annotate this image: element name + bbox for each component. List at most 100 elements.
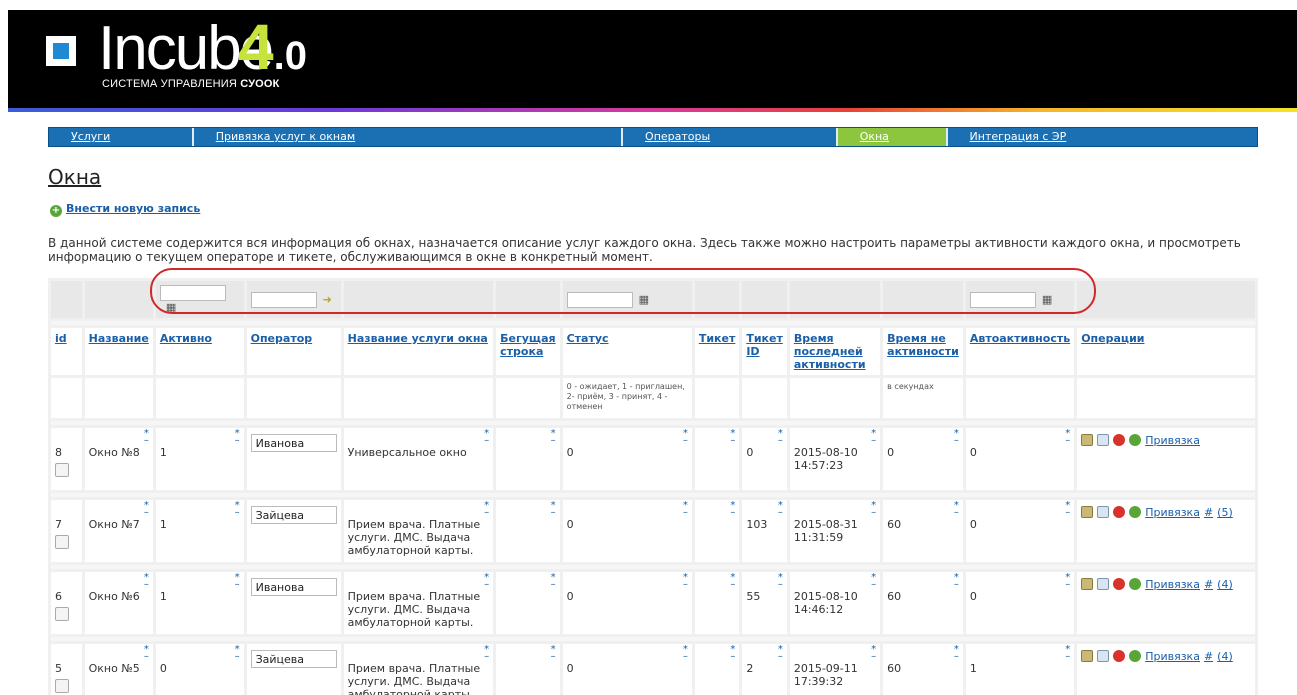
binding-count-link[interactable]: (4) — [1217, 578, 1233, 591]
copy-icon[interactable] — [1097, 578, 1110, 590]
edit-star-icon[interactable]: * — [871, 501, 876, 516]
add-icon[interactable] — [1129, 578, 1142, 590]
copy-icon[interactable] — [1097, 506, 1110, 518]
edit-icon[interactable] — [1081, 578, 1094, 590]
edit-star-icon[interactable]: * — [683, 645, 688, 660]
edit-star-icon[interactable]: * — [484, 573, 489, 588]
operator-input[interactable] — [250, 650, 337, 668]
add-icon[interactable] — [1129, 506, 1142, 518]
edit-star-icon[interactable]: * — [730, 501, 735, 516]
edit-star-icon[interactable]: * — [144, 429, 149, 444]
edit-star-icon[interactable]: * — [683, 501, 688, 516]
nav-item-services[interactable]: Услуги — [49, 128, 194, 146]
sort-link-service[interactable]: Название услуги окна — [348, 332, 488, 345]
nav-item-service-binding[interactable]: Привязка услуг к окнам — [193, 128, 624, 146]
sort-link-autoactivity[interactable]: Автоактивность — [970, 332, 1070, 345]
edit-star-icon[interactable]: * — [730, 573, 735, 588]
edit-star-icon[interactable]: * — [551, 645, 556, 660]
edit-star-icon[interactable]: * — [1065, 429, 1070, 444]
edit-star-icon[interactable]: * — [778, 429, 783, 444]
operator-input[interactable] — [250, 506, 337, 524]
arrow-go-icon[interactable]: ➜ — [323, 293, 337, 306]
edit-star-icon[interactable]: * — [954, 645, 959, 660]
active-filter-input[interactable] — [159, 285, 226, 301]
edit-star-icon[interactable]: * — [1065, 645, 1070, 660]
sort-link-name[interactable]: Название — [89, 332, 149, 345]
operator-input[interactable] — [250, 578, 337, 596]
edit-star-icon[interactable]: * — [871, 645, 876, 660]
calendar-icon[interactable]: ▦ — [166, 302, 180, 314]
edit-star-icon[interactable]: * — [730, 645, 735, 660]
operator-input[interactable] — [250, 434, 337, 452]
binding-link[interactable]: Привязка — [1145, 434, 1200, 447]
edit-star-icon[interactable]: * — [683, 429, 688, 444]
binding-link[interactable]: Привязка — [1145, 578, 1200, 591]
binding-count-link[interactable]: (4) — [1217, 650, 1233, 663]
edit-star-icon[interactable]: * — [235, 429, 240, 444]
sort-link-ticket[interactable]: Тикет — [699, 332, 736, 345]
sort-link-operator[interactable]: Оператор — [251, 332, 313, 345]
binding-count-link[interactable]: (5) — [1217, 506, 1233, 519]
binding-link[interactable]: Привязка — [1145, 506, 1200, 519]
edit-star-icon[interactable]: * — [551, 573, 556, 588]
sort-link-ticket-id[interactable]: Тикет ID — [746, 332, 783, 358]
operator-filter-input[interactable] — [250, 291, 317, 308]
edit-star-icon[interactable]: * — [551, 501, 556, 516]
edit-star-icon[interactable]: * — [235, 501, 240, 516]
edit-star-icon[interactable]: * — [683, 573, 688, 588]
add-icon[interactable] — [1129, 650, 1142, 662]
hash-link[interactable]: # — [1204, 650, 1213, 663]
edit-icon[interactable] — [1081, 434, 1094, 446]
edit-star-icon[interactable]: * — [1065, 573, 1070, 588]
hash-link[interactable]: # — [1204, 578, 1213, 591]
edit-star-icon[interactable]: * — [954, 429, 959, 444]
sort-link-status[interactable]: Статус — [567, 332, 609, 345]
sort-link-id[interactable]: id — [55, 332, 67, 345]
copy-icon[interactable] — [1097, 650, 1110, 662]
edit-star-icon[interactable]: * — [871, 573, 876, 588]
nav-item-windows[interactable]: Окна — [837, 128, 948, 146]
sort-link-last-activity[interactable]: Время последней активности — [794, 332, 866, 371]
edit-star-icon[interactable]: * — [144, 645, 149, 660]
calendar-icon[interactable]: ▦ — [639, 293, 653, 306]
status-filter-input[interactable] — [566, 291, 633, 308]
hash-link[interactable]: # — [1204, 506, 1213, 519]
add-record-link[interactable]: + Внести новую запись — [50, 202, 200, 217]
edit-star-icon[interactable]: * — [954, 501, 959, 516]
delete-icon[interactable] — [1113, 578, 1126, 590]
edit-star-icon[interactable]: * — [484, 501, 489, 516]
edit-star-icon[interactable]: * — [484, 645, 489, 660]
edit-star-icon[interactable]: * — [235, 645, 240, 660]
edit-star-icon[interactable]: * — [730, 429, 735, 444]
nav-item-operators[interactable]: Операторы — [623, 128, 838, 146]
copy-icon[interactable] — [1097, 434, 1110, 446]
edit-star-icon[interactable]: * — [778, 645, 783, 660]
binding-link[interactable]: Привязка — [1145, 650, 1200, 663]
row-checkbox[interactable] — [55, 679, 69, 693]
edit-star-icon[interactable]: * — [871, 429, 876, 444]
edit-star-icon[interactable]: * — [778, 573, 783, 588]
delete-icon[interactable] — [1113, 434, 1126, 446]
edit-star-icon[interactable]: * — [551, 429, 556, 444]
row-checkbox[interactable] — [55, 535, 69, 549]
row-checkbox[interactable] — [55, 607, 69, 621]
delete-icon[interactable] — [1113, 506, 1126, 518]
delete-icon[interactable] — [1113, 650, 1126, 662]
edit-star-icon[interactable]: * — [144, 501, 149, 516]
autoactivity-filter-input[interactable] — [969, 291, 1036, 308]
edit-star-icon[interactable]: * — [778, 501, 783, 516]
sort-link-inactive[interactable]: Время не активности — [887, 332, 959, 358]
sort-link-active[interactable]: Активно — [160, 332, 212, 345]
sort-link-operations[interactable]: Операции — [1081, 332, 1144, 345]
row-checkbox[interactable] — [55, 463, 69, 477]
edit-star-icon[interactable]: * — [1065, 501, 1070, 516]
calendar-icon[interactable]: ▦ — [1042, 293, 1056, 306]
edit-star-icon[interactable]: * — [144, 573, 149, 588]
add-icon[interactable] — [1129, 434, 1142, 446]
sort-link-ticker[interactable]: Бегущая строка — [500, 332, 555, 358]
edit-icon[interactable] — [1081, 650, 1094, 662]
edit-star-icon[interactable]: * — [235, 573, 240, 588]
edit-icon[interactable] — [1081, 506, 1094, 518]
nav-item-er-integration[interactable]: Интеграция с ЭР — [947, 128, 1257, 146]
edit-star-icon[interactable]: * — [954, 573, 959, 588]
